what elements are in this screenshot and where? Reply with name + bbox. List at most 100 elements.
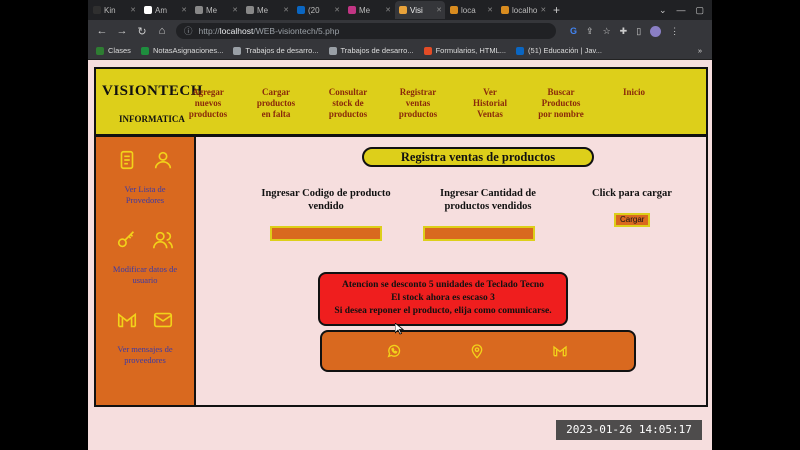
tab-favicon-icon [450, 6, 458, 14]
whatsapp-icon[interactable] [386, 343, 402, 364]
close-tab-icon[interactable]: ✕ [130, 6, 136, 14]
info-icon[interactable]: ⓘ [184, 25, 193, 37]
tab-bar: Kin ✕ Am ✕ Me ✕ Me ✕ (20 ✕ Me ✕ Visi ✕ loca ✕ localho ✕ +… [88, 0, 712, 20]
browser-tab[interactable]: Me ✕ [242, 1, 292, 19]
nav-item[interactable]: Inicio [599, 87, 669, 98]
cantidad-label: Ingresar Cantidad de productos vendidos [418, 187, 558, 213]
gmail-icon[interactable] [552, 343, 568, 364]
tab-label: Am [155, 5, 167, 15]
nav-item-line: Historial [473, 98, 507, 108]
extensions-icon[interactable]: ✚ [620, 26, 628, 37]
window-controls: ⌄ — ▢ [659, 5, 704, 16]
sidebar-item[interactable]: Ver mensajes de proveedores [96, 309, 194, 366]
key-icon [116, 229, 138, 256]
sidebar-item[interactable]: Ver Lista de Provedores [96, 149, 194, 206]
share-icon[interactable]: ⇪ [586, 26, 594, 37]
sidebar-item-label: Ver mensajes de [117, 344, 173, 354]
browser-tab[interactable]: Me ✕ [344, 1, 394, 19]
bookmark-favicon-icon [423, 46, 432, 55]
bookmark-item[interactable]: Trabajos de desarro... [233, 46, 319, 55]
close-tab-icon[interactable]: ✕ [181, 6, 187, 14]
tab-label: Kin [104, 5, 116, 15]
sidebar-item-label: usuario [132, 275, 158, 285]
close-tab-icon[interactable]: ✕ [232, 6, 238, 14]
sidebar-label: Ver Lista de Provedores [96, 184, 194, 206]
nav-item-line: productos [398, 109, 438, 119]
minimize-icon[interactable]: — [676, 5, 685, 16]
more-bookmarks-icon[interactable]: » [698, 46, 702, 55]
nav-item[interactable]: Buscar Productos por nombre [526, 87, 596, 120]
new-tab-button[interactable]: + [553, 3, 560, 17]
close-tab-icon[interactable]: ✕ [540, 6, 546, 14]
browser-tab[interactable]: Visi ✕ [395, 1, 445, 19]
menu-icon[interactable]: ⋮ [670, 26, 679, 37]
maximize-icon[interactable]: ▢ [695, 5, 704, 16]
cantidad-label-line1: Ingresar Cantidad de [440, 188, 536, 199]
bookmarks-bar: Clases NotasAsignaciones... Trabajos de de… [88, 42, 712, 60]
home-icon[interactable]: ⌂ [156, 25, 168, 37]
sidebar-item-label: proveedores [124, 355, 166, 365]
back-icon[interactable]: ← [96, 25, 108, 37]
profile-avatar[interactable] [650, 25, 662, 37]
bookmark-item[interactable]: Formularios, HTML... [423, 46, 506, 55]
nav-item-line: productos [188, 109, 228, 119]
forward-icon[interactable]: → [116, 25, 128, 37]
browser-tab[interactable]: Me ✕ [191, 1, 241, 19]
bookmark-item[interactable]: NotasAsignaciones... [140, 46, 223, 55]
bookmark-item[interactable]: Clases [96, 46, 131, 55]
nav-item[interactable]: Consultar stock de productos [313, 87, 383, 120]
sidebar-icons [96, 229, 194, 256]
nav-item[interactable]: Agregar nuevos productos [173, 87, 243, 120]
codigo-input[interactable] [270, 226, 382, 241]
bookmark-star-icon[interactable]: ☆ [603, 26, 611, 37]
cargar-button[interactable]: Cargar [614, 213, 651, 227]
nav-item-line: Productos [541, 98, 581, 108]
nav-item-line: Agregar [192, 87, 224, 97]
sidebar-item[interactable]: Modificar datos de usuario [96, 229, 194, 286]
tab-label: Me [359, 5, 371, 15]
codigo-label-line2: vendido [308, 201, 344, 212]
bookmark-favicon-icon [96, 46, 104, 55]
mail-icon [152, 309, 174, 336]
reload-icon[interactable]: ↻ [136, 25, 148, 38]
close-tab-icon[interactable]: ✕ [436, 6, 442, 14]
alert-line2: El stock ahora es escaso 3 [391, 293, 495, 303]
main-panel: Registra ventas de productos Ingresar Co… [196, 137, 706, 405]
sidepanel-icon[interactable]: ▯ [636, 26, 641, 37]
browser-tab[interactable]: Am ✕ [140, 1, 190, 19]
tab-label: Me [206, 5, 218, 15]
browser-tab[interactable]: (20 ✕ [293, 1, 343, 19]
browser-window: Kin ✕ Am ✕ Me ✕ Me ✕ (20 ✕ Me ✕ Visi ✕ loca ✕ localho ✕ +… [88, 0, 712, 450]
close-tab-icon[interactable]: ✕ [283, 6, 289, 14]
sidebar-item-label: Ver Lista de [124, 184, 166, 194]
sidebar-icons [96, 309, 194, 336]
url-input[interactable]: ⓘ http://localhost/WEB-visiontech/5.php [176, 23, 556, 39]
close-tab-icon[interactable]: ✕ [334, 6, 340, 14]
tab-favicon-icon [501, 6, 509, 14]
video-letterbox-left [0, 0, 88, 450]
video-letterbox-right [712, 0, 800, 450]
browser-tab[interactable]: Kin ✕ [89, 1, 139, 19]
cantidad-input[interactable] [423, 226, 535, 241]
tab-search-icon[interactable]: ⌄ [659, 5, 667, 16]
nav-item[interactable]: Ver Historial Ventas [455, 87, 525, 120]
tab-label: Me [257, 5, 269, 15]
page-title: Registra ventas de productos [362, 147, 594, 167]
browser-tab[interactable]: loca ✕ [446, 1, 496, 19]
nav-item-line: productos [328, 109, 368, 119]
cargar-label: Click para cargar [592, 188, 672, 199]
nav-item[interactable]: Cargar productos en falta [241, 87, 311, 120]
nav-item[interactable]: Registrar ventas productos [383, 87, 453, 120]
alert-line3: Si desea reponer el producto, elija como… [334, 306, 552, 316]
alert-line1: Atencion se desconto 5 unidades de Tecla… [342, 280, 544, 290]
nav-item-line: Consultar [328, 87, 368, 97]
google-icon[interactable]: G [570, 26, 577, 37]
nav-item-line: Cargar [262, 87, 290, 97]
close-tab-icon[interactable]: ✕ [385, 6, 391, 14]
close-tab-icon[interactable]: ✕ [487, 6, 493, 14]
location-icon[interactable] [469, 343, 485, 364]
tab-favicon-icon [399, 6, 407, 14]
browser-tab[interactable]: localho ✕ [497, 1, 547, 19]
bookmark-item[interactable]: Trabajos de desarro... [328, 46, 414, 55]
bookmark-item[interactable]: (51) Educación | Jav... [516, 46, 602, 55]
